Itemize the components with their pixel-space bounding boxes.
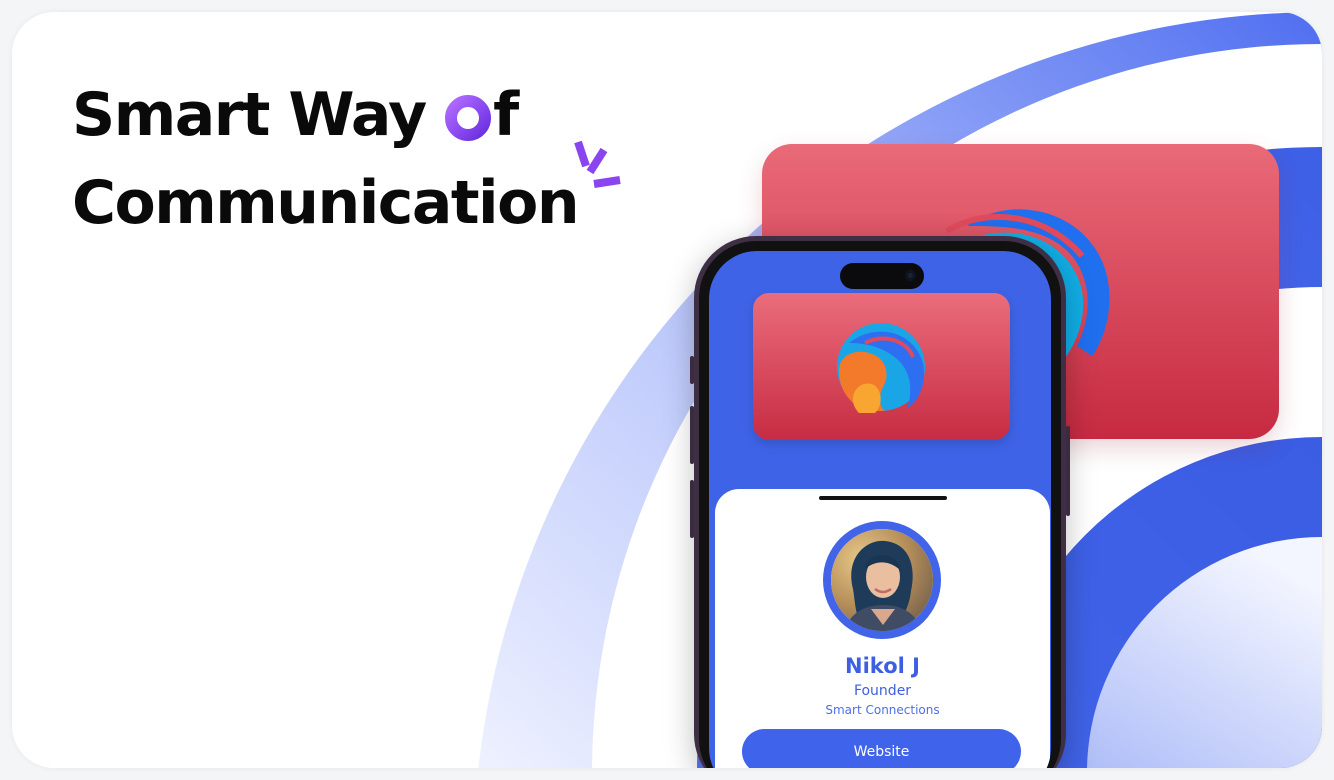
headline-part-smart-way: Smart Way xyxy=(72,80,446,150)
profile-company: Smart Connections xyxy=(825,703,940,717)
swirl-logo-icon xyxy=(837,323,925,413)
website-button[interactable]: Website xyxy=(742,729,1021,768)
phone-mockup: Nikol J Founder Smart Connections Websit… xyxy=(690,236,1070,768)
profile-photo xyxy=(831,529,933,631)
headline-line-1: Smart Way f xyxy=(72,74,578,162)
purple-donut-icon xyxy=(445,80,492,162)
avatar xyxy=(823,521,941,639)
headline-part-f: f xyxy=(493,80,519,150)
headline-line-2: Communication xyxy=(72,168,580,238)
sparkle-burst-icon xyxy=(574,140,621,188)
dynamic-island xyxy=(840,263,924,289)
profile-role: Founder xyxy=(853,683,912,699)
profile-sheet: Nikol J Founder Smart Connections Websit… xyxy=(715,489,1050,768)
business-card-preview[interactable] xyxy=(753,293,1010,440)
headline: Smart Way f Communication xyxy=(72,74,580,244)
phone-screen: Nikol J Founder Smart Connections Websit… xyxy=(709,251,1051,768)
profile-name: Nikol J xyxy=(845,654,920,678)
sheet-grabber[interactable] xyxy=(819,496,947,500)
hero-banner: Smart Way f Communication Nikol J Founde… xyxy=(12,12,1322,768)
camera-icon xyxy=(905,270,916,281)
